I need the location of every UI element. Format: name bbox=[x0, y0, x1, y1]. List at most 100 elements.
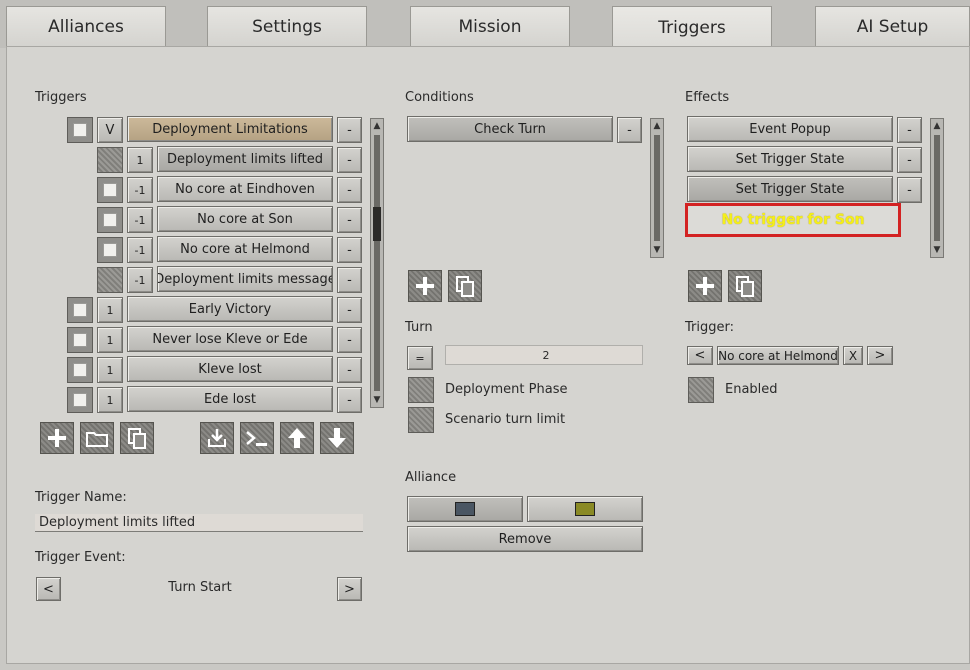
add-condition-button[interactable] bbox=[408, 270, 442, 302]
trigger-child-checkbox[interactable] bbox=[97, 237, 123, 263]
effect-trigger-next-button[interactable]: > bbox=[867, 346, 893, 365]
alliance-1-color bbox=[455, 502, 475, 516]
trigger-child-number: -1 bbox=[127, 207, 153, 233]
move-up-button[interactable] bbox=[280, 422, 314, 454]
tab-alliances[interactable]: Alliances bbox=[6, 6, 166, 46]
trigger-item-early-victory[interactable]: Early Victory bbox=[127, 296, 333, 322]
effect-remove-button[interactable]: - bbox=[897, 117, 922, 143]
trigger-remove-button[interactable]: - bbox=[337, 297, 362, 323]
trigger-number: 1 bbox=[97, 297, 123, 323]
scroll-down-icon[interactable]: ▼ bbox=[651, 244, 663, 256]
trigger-item-never-lose-kleve-ede[interactable]: Never lose Kleve or Ede bbox=[127, 326, 333, 352]
trigger-remove-button[interactable]: - bbox=[337, 177, 362, 203]
effect-enabled-label: Enabled bbox=[725, 382, 778, 397]
add-effect-button[interactable] bbox=[688, 270, 722, 302]
trigger-remove-button[interactable]: - bbox=[337, 147, 362, 173]
effects-title: Effects bbox=[685, 90, 730, 105]
trigger-child-checkbox[interactable] bbox=[97, 267, 123, 293]
effect-enabled-checkbox[interactable] bbox=[688, 377, 714, 403]
alliance-1-button[interactable] bbox=[407, 496, 523, 522]
deployment-phase-label: Deployment Phase bbox=[445, 382, 568, 397]
plus-icon bbox=[696, 277, 714, 295]
copy-condition-button[interactable] bbox=[448, 270, 482, 302]
copy-icon bbox=[456, 276, 474, 297]
trigger-parent-checkbox[interactable] bbox=[67, 117, 93, 143]
trigger-remove-button[interactable]: - bbox=[337, 237, 362, 263]
trigger-remove-button[interactable]: - bbox=[337, 267, 362, 293]
scenario-turn-limit-checkbox[interactable] bbox=[408, 407, 434, 433]
tab-mission[interactable]: Mission bbox=[410, 6, 570, 46]
effect-item-set-trigger-state-selected[interactable]: Set Trigger State bbox=[687, 176, 893, 202]
trigger-checkbox[interactable] bbox=[67, 387, 93, 413]
trigger-item-ede-lost[interactable]: Ede lost bbox=[127, 386, 333, 412]
scroll-track[interactable] bbox=[374, 135, 380, 391]
condition-item-check-turn[interactable]: Check Turn bbox=[407, 116, 613, 142]
trigger-name-label: Trigger Name: bbox=[35, 490, 127, 505]
triggers-title: Triggers bbox=[35, 90, 87, 105]
conditions-scrollbar[interactable]: ▲ ▼ bbox=[650, 118, 664, 258]
alliance-2-button[interactable] bbox=[527, 496, 643, 522]
script-trigger-button[interactable] bbox=[240, 422, 274, 454]
turn-value-input[interactable]: 2 bbox=[445, 345, 643, 365]
alliance-remove-button[interactable]: Remove bbox=[407, 526, 643, 552]
trigger-checkbox[interactable] bbox=[67, 357, 93, 383]
scroll-down-icon[interactable]: ▼ bbox=[371, 394, 383, 406]
trigger-item-deployment-limits-lifted[interactable]: Deployment limits lifted bbox=[157, 146, 333, 172]
trigger-child-checkbox[interactable] bbox=[97, 147, 123, 173]
effect-item-event-popup[interactable]: Event Popup bbox=[687, 116, 893, 142]
scroll-track[interactable] bbox=[934, 135, 940, 241]
effect-trigger-clear-button[interactable]: X bbox=[843, 346, 863, 365]
trigger-child-number: -1 bbox=[127, 237, 153, 263]
triggers-scrollbar[interactable]: ▲ ▼ bbox=[370, 118, 384, 408]
move-down-button[interactable] bbox=[320, 422, 354, 454]
scroll-up-icon[interactable]: ▲ bbox=[651, 120, 663, 132]
tab-settings[interactable]: Settings bbox=[207, 6, 367, 46]
tab-triggers[interactable]: Triggers bbox=[612, 6, 772, 48]
add-folder-button[interactable] bbox=[80, 422, 114, 454]
effect-item-set-trigger-state[interactable]: Set Trigger State bbox=[687, 146, 893, 172]
tab-bar: Alliances Settings Mission Triggers AI S… bbox=[0, 0, 970, 48]
effect-trigger-value[interactable]: No core at Helmond bbox=[717, 346, 839, 365]
terminal-icon bbox=[246, 431, 267, 446]
trigger-remove-button[interactable]: - bbox=[337, 117, 362, 143]
trigger-remove-button[interactable]: - bbox=[337, 207, 362, 233]
download-icon bbox=[208, 429, 226, 447]
turn-operator-button[interactable]: = bbox=[407, 346, 433, 370]
effect-remove-button[interactable]: - bbox=[897, 177, 922, 203]
trigger-event-prev-button[interactable]: < bbox=[36, 577, 61, 601]
trigger-checkbox[interactable] bbox=[67, 327, 93, 353]
trigger-item-no-core-helmond[interactable]: No core at Helmond bbox=[157, 236, 333, 262]
scroll-up-icon[interactable]: ▲ bbox=[931, 120, 943, 132]
trigger-name-input[interactable]: Deployment limits lifted bbox=[35, 514, 363, 532]
trigger-item-no-core-son[interactable]: No core at Son bbox=[157, 206, 333, 232]
turn-label: Turn bbox=[405, 320, 433, 335]
scroll-track[interactable] bbox=[654, 135, 660, 241]
effect-trigger-prev-button[interactable]: < bbox=[687, 346, 713, 365]
trigger-child-checkbox[interactable] bbox=[97, 177, 123, 203]
effect-remove-button[interactable]: - bbox=[897, 147, 922, 173]
add-trigger-button[interactable] bbox=[40, 422, 74, 454]
import-trigger-button[interactable] bbox=[200, 422, 234, 454]
trigger-checkbox[interactable] bbox=[67, 297, 93, 323]
copy-trigger-button[interactable] bbox=[120, 422, 154, 454]
trigger-remove-button[interactable]: - bbox=[337, 357, 362, 383]
condition-remove-button[interactable]: - bbox=[617, 117, 642, 143]
trigger-child-checkbox[interactable] bbox=[97, 207, 123, 233]
copy-effect-button[interactable] bbox=[728, 270, 762, 302]
trigger-item-deployment-limitations[interactable]: Deployment Limitations bbox=[127, 116, 333, 142]
trigger-event-next-button[interactable]: > bbox=[337, 577, 362, 601]
trigger-remove-button[interactable]: - bbox=[337, 327, 362, 353]
deployment-phase-checkbox[interactable] bbox=[408, 377, 434, 403]
trigger-remove-button[interactable]: - bbox=[337, 387, 362, 413]
trigger-item-no-core-eindhoven[interactable]: No core at Eindhoven bbox=[157, 176, 333, 202]
scroll-thumb[interactable] bbox=[373, 207, 381, 241]
scenario-turn-limit-label: Scenario turn limit bbox=[445, 412, 566, 427]
trigger-item-deployment-limits-message[interactable]: Deployment limits message bbox=[157, 266, 333, 292]
scroll-down-icon[interactable]: ▼ bbox=[931, 244, 943, 256]
effect-trigger-label: Trigger: bbox=[685, 320, 734, 335]
trigger-parent-toggle[interactable]: V bbox=[97, 117, 123, 143]
scroll-up-icon[interactable]: ▲ bbox=[371, 120, 383, 132]
effects-scrollbar[interactable]: ▲ ▼ bbox=[930, 118, 944, 258]
trigger-item-kleve-lost[interactable]: Kleve lost bbox=[127, 356, 333, 382]
tab-ai-setup[interactable]: AI Setup bbox=[815, 6, 970, 46]
